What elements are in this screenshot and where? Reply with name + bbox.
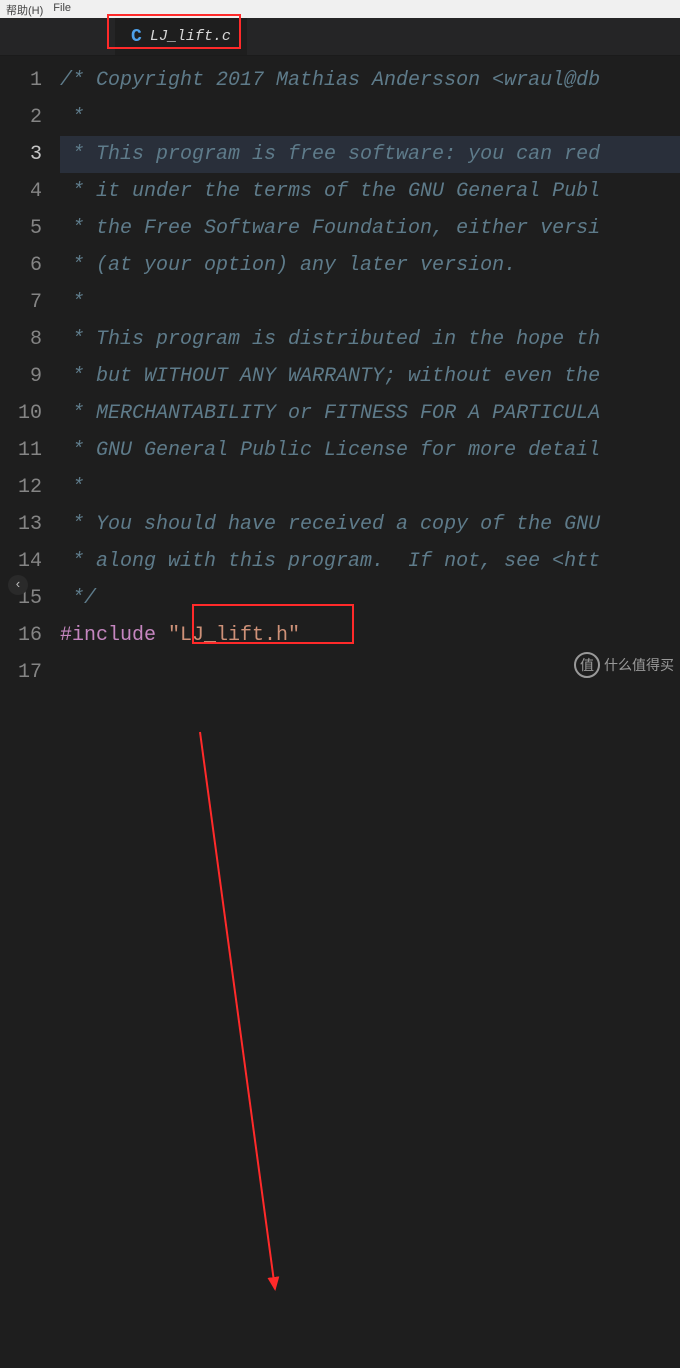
line-number: 10 [0, 395, 42, 432]
line-number: 8 [0, 321, 42, 358]
watermark-badge: 值 [574, 652, 600, 678]
code-line: * You should have received a copy of the… [60, 506, 680, 543]
editor-tab[interactable]: C LJ_lift.c [115, 18, 247, 55]
code-line: * [60, 469, 680, 506]
line-number: 14 [0, 543, 42, 580]
line-number: 1 [0, 62, 42, 99]
code-line: * it under the terms of the GNU General … [60, 173, 680, 210]
line-number: 16 [0, 617, 42, 654]
code-area[interactable]: /* Copyright 2017 Mathias Andersson <wra… [60, 56, 680, 684]
line-number: 17 [0, 654, 42, 691]
code-line: * This program is distributed in the hop… [60, 321, 680, 358]
tab-filename: LJ_lift.c [150, 28, 231, 45]
code-line: * GNU General Public License for more de… [60, 432, 680, 469]
tab-strip: C LJ_lift.c [0, 18, 680, 56]
line-number: 4 [0, 173, 42, 210]
line-number: 6 [0, 247, 42, 284]
code-line: * along with this program. If not, see <… [60, 543, 680, 580]
fold-caret-icon[interactable]: ‹ [8, 575, 28, 595]
line-number: 5 [0, 210, 42, 247]
line-number: 7 [0, 284, 42, 321]
line-number: 2 [0, 99, 42, 136]
menu-bar: 帮助(H) File [0, 0, 680, 18]
code-line: * MERCHANTABILITY or FITNESS FOR A PARTI… [60, 395, 680, 432]
code-line: * (at your option) any later version. [60, 247, 680, 284]
annotation-arrow [0, 684, 680, 1368]
code-line: * [60, 284, 680, 321]
watermark-text: 什么值得买 [604, 655, 674, 675]
code-line: * [60, 99, 680, 136]
c-file-icon: C [131, 27, 142, 47]
code-line: * This program is free software: you can… [60, 136, 680, 173]
line-number: 9 [0, 358, 42, 395]
code-line: /* Copyright 2017 Mathias Andersson <wra… [60, 62, 680, 99]
code-line: * but WITHOUT ANY WARRANTY; without even… [60, 358, 680, 395]
watermark: 值 什么值得买 [574, 652, 674, 678]
line-number: 13 [0, 506, 42, 543]
code-line: * the Free Software Foundation, either v… [60, 210, 680, 247]
line-number: 12 [0, 469, 42, 506]
line-number: 11 [0, 432, 42, 469]
menu-help[interactable]: 帮助(H) [6, 2, 43, 16]
code-line: #include "LJ_lift.h" [60, 617, 680, 654]
code-line: */ [60, 580, 680, 617]
line-number: 3 [0, 136, 42, 173]
editor-body: 1234567891011121314151617 /* Copyright 2… [0, 56, 680, 684]
menu-file[interactable]: File [53, 2, 71, 16]
